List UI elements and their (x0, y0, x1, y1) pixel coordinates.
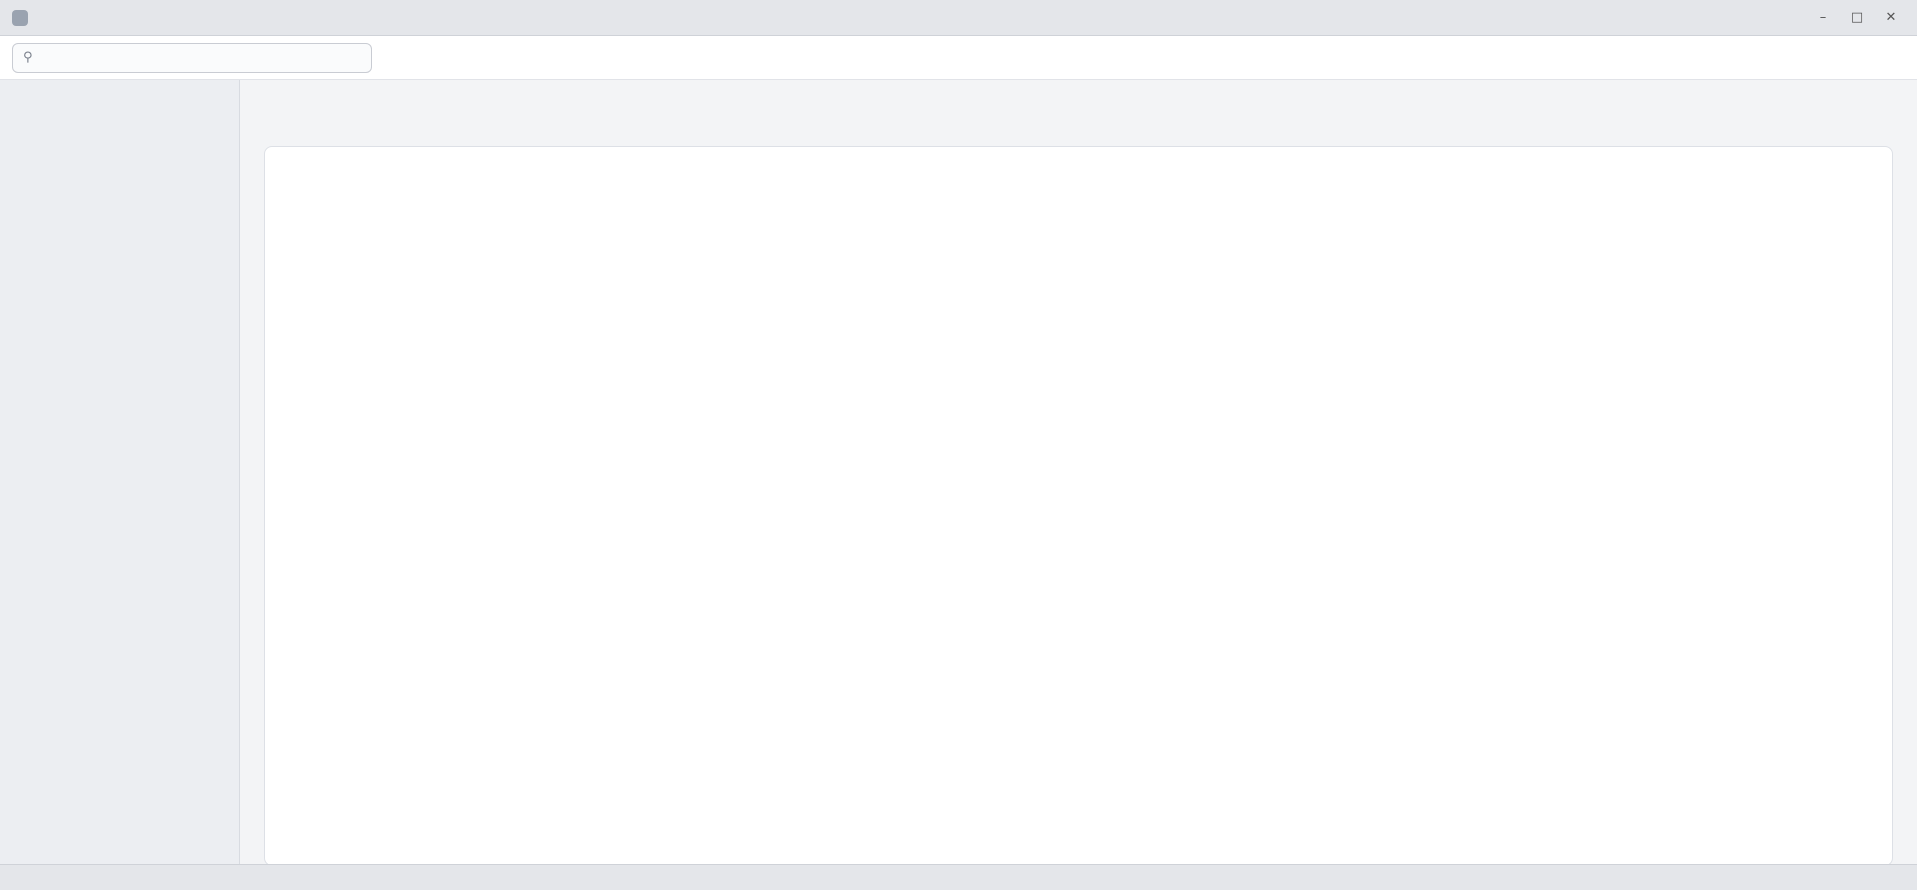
sidebar (0, 80, 240, 864)
minimize-button[interactable]: – (1809, 7, 1837, 29)
close-button[interactable]: ✕ (1877, 7, 1905, 29)
window-controls: – □ ✕ (1809, 7, 1905, 29)
search-icon: ⚲ (23, 50, 33, 65)
window-body (0, 80, 1917, 866)
main-content (240, 80, 1917, 866)
status-bar (0, 864, 1917, 890)
page-title (264, 100, 1893, 130)
title-bar: – □ ✕ (0, 0, 1917, 36)
maximize-button[interactable]: □ (1843, 7, 1871, 29)
toolbar: ⚲ (0, 36, 1917, 80)
app-window: – □ ✕ ⚲ (0, 0, 1917, 890)
content-panel (264, 146, 1893, 866)
search-input[interactable] (38, 50, 361, 65)
app-icon (12, 9, 28, 26)
search-box: ⚲ (12, 42, 372, 73)
